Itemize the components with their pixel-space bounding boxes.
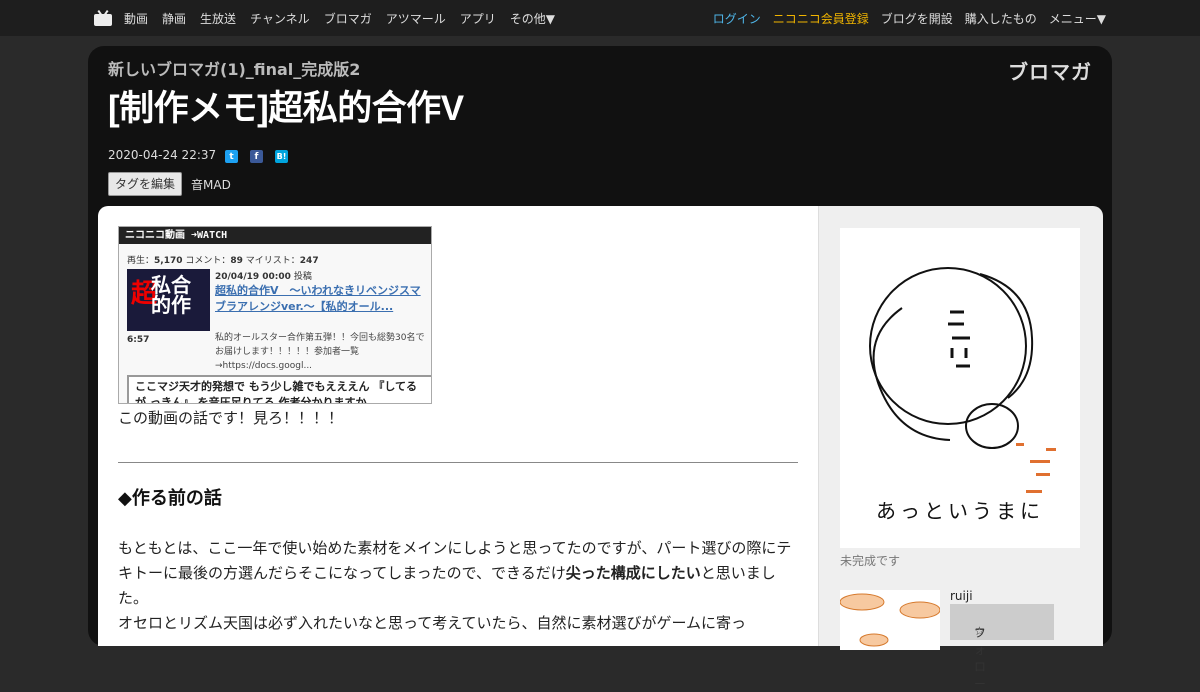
mylist-count: 247 bbox=[299, 256, 319, 266]
blomaga-logo[interactable]: ブロマガ bbox=[1008, 56, 1092, 85]
video-comments-box: ここマジ天才的発想で もう少し雑でもえええん 『してるが っきん』 を音圧足りて… bbox=[127, 375, 431, 403]
emphasis: 尖った構成にしたい bbox=[565, 564, 701, 582]
nav-blomaga[interactable]: ブロマガ bbox=[324, 10, 372, 27]
lead-text: この動画の話です！見ろ！！！！ bbox=[118, 409, 344, 427]
video-embed[interactable]: ニコニコ動画 ➜WATCH 再生：5,170 コメント：89 マイリスト：247… bbox=[118, 226, 432, 404]
section-heading: ◆作る前の話 bbox=[118, 488, 222, 509]
embed-header: ニコニコ動画 ➜WATCH bbox=[119, 227, 431, 244]
thumbnail-caption: 未完成です bbox=[840, 554, 901, 568]
divider bbox=[118, 462, 798, 463]
video-title-link[interactable]: 超私的合作Ⅴ ～いわれなきリベンジスマブラアレンジver.～【私的オール... bbox=[215, 283, 425, 315]
video-description: 私的オールスター合作第五弾！！今回も総勢30名でお届けします！！！！！参加者一覧… bbox=[215, 333, 425, 371]
video-post-date: 20/04/19 00:00 投稿 bbox=[215, 272, 312, 282]
play-count: 5,170 bbox=[154, 256, 183, 266]
post-date: 2020-04-24 22:37 bbox=[108, 148, 217, 162]
article-body: ニコニコ動画 ➜WATCH 再生：5,170 コメント：89 マイリスト：247… bbox=[98, 206, 818, 646]
author-avatar[interactable] bbox=[840, 590, 940, 650]
facebook-share-icon[interactable]: f bbox=[250, 150, 263, 163]
share-buttons: t f B! bbox=[225, 150, 300, 163]
video-duration: 6:57 bbox=[127, 335, 150, 345]
paragraph-2: オセロとリズム天国は必ず入れたいなと思って考えていたら、自然に素材選びがゲームに… bbox=[118, 614, 747, 632]
paragraph: もともとは、ここ一年で使い始めた素材をメインにしようと思ってたのですが、パート選… bbox=[118, 539, 792, 632]
author-name[interactable]: ruiji bbox=[950, 589, 973, 603]
nav-atsumaru[interactable]: アツマール bbox=[386, 10, 446, 27]
article-title: [制作メモ]超私的合作V bbox=[108, 89, 464, 128]
twitter-share-icon[interactable]: t bbox=[225, 150, 238, 163]
nav-channel[interactable]: チャンネル bbox=[250, 10, 310, 27]
nav-seiga[interactable]: 静画 bbox=[162, 10, 186, 27]
top-navigation-bar: 動画 静画 生放送 チャンネル ブロマガ アツマール アプリ その他▼ ログイン… bbox=[0, 0, 1200, 36]
niconico-tv-icon[interactable] bbox=[94, 9, 112, 26]
article-thumbnail-image[interactable]: あっというまに bbox=[840, 228, 1080, 548]
sidebar: あっというまに 未完成です ruiji ☆ フォロー bbox=[818, 206, 1103, 691]
nav-right: ログイン ニコニコ会員登録 ブログを開設 購入したもの メニュー▼ bbox=[701, 0, 1106, 36]
follow-button[interactable]: ☆ フォロー bbox=[950, 604, 1054, 691]
tag-link[interactable]: 音MAD bbox=[191, 176, 231, 193]
nav-video[interactable]: 動画 bbox=[124, 10, 148, 27]
nav-left: 動画 静画 生放送 チャンネル ブロマガ アツマール アプリ その他▼ bbox=[94, 0, 569, 36]
hatena-bookmark-icon[interactable]: B! bbox=[275, 150, 288, 163]
video-thumbnail[interactable]: 超私合 的作 bbox=[127, 269, 210, 331]
nav-app[interactable]: アプリ bbox=[460, 10, 496, 27]
menu-dropdown[interactable]: メニュー▼ bbox=[1049, 10, 1106, 27]
login-link[interactable]: ログイン bbox=[713, 10, 761, 27]
blog-name[interactable]: 新しいブロマガ(1)_final_完成版2 bbox=[108, 56, 360, 80]
purchased-link[interactable]: 購入したもの bbox=[965, 10, 1037, 27]
nav-other-dropdown[interactable]: その他▼ bbox=[510, 10, 555, 27]
comment-count: 89 bbox=[230, 256, 243, 266]
edit-tags-button[interactable]: タグを編集 bbox=[108, 172, 183, 196]
video-stats: 再生：5,170 コメント：89 マイリスト：247 bbox=[127, 256, 319, 266]
thumbnail-caption-text: あっというまに bbox=[876, 499, 1044, 523]
open-blog-link[interactable]: ブログを開設 bbox=[881, 10, 953, 27]
register-link[interactable]: ニコニコ会員登録 bbox=[773, 10, 869, 27]
nav-live[interactable]: 生放送 bbox=[200, 10, 236, 27]
